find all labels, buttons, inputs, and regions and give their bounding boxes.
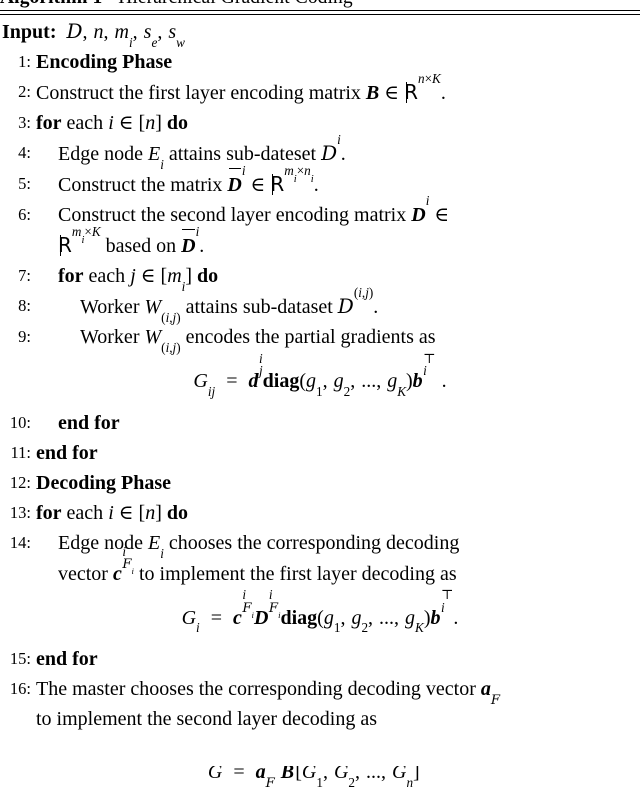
step-text: Edge node Ei attains sub-dateset Di. [58,132,346,172]
kw-end-for: end for [36,648,98,671]
equation-step-9: Gij = d i j diag(g1, g2,..., gK)b ⊤ i. [193,350,447,399]
step-number: 9: [18,327,31,346]
step-number: 10: [9,412,31,432]
algorithm-step: 3: for each i ∈ [n] do [0,108,640,138]
step-text: Worker W(i,j) attains sub-dataset D(i,j)… [80,285,379,325]
kw-do: do [197,265,219,287]
step-number: 12: [9,472,31,492]
input-label: Input: [2,21,57,43]
algorithm-step: 13: for each i ∈ [n] do [0,498,640,528]
step-number: 15: [9,649,31,669]
kw-each: each [88,265,126,287]
step-number: 13: [9,502,31,522]
kw-each: each [66,501,104,524]
step-number: 8: [18,296,31,315]
step-text: for each j ∈ [mi] do [58,265,219,294]
equation-step-16-clipped: G = aFB [G1,G2,...,Gn]⊤ [207,766,420,787]
algorithm-step: 12: Decoding Phase [0,468,640,498]
step-text: Construct the first layer encoding matri… [36,71,446,104]
kw-do: do [166,112,189,134]
algorithm-body: Input: D, n, mi, se, sw 1: Encoding Phase 2: … [0,18,640,734]
algorithm-step: 1: Encoding Phase [0,47,640,77]
step-number: 7: [18,266,31,285]
algorithm-step: 16: The master chooses the corresponding… [0,674,640,734]
title-rule-lower [0,14,640,15]
algorithm-step: 6: Construct the second layer encoding m… [0,194,640,261]
step-text: Encoding Phase [36,47,640,77]
encoding-phase-label: Encoding Phase [36,51,173,73]
algorithm-step: 5: Construct the matrix Di ∈ Rmi×ni. [0,164,640,200]
step-text: Decoding Phase [36,468,640,498]
step-number: 4: [18,143,31,162]
step-number: 1: [18,52,31,71]
step-number: 16: [9,679,31,699]
algorithm-title: Algorithm 1 Hierarchical Gradient Coding [0,0,640,9]
step-text: end for [36,408,640,438]
step-text: end for [36,438,640,468]
kw-for: for [36,112,62,134]
title-rule-upper [0,10,640,11]
algorithm-step: 14: Edge node Ei chooses the correspondi… [0,528,640,589]
algorithm-step: 10: end for [0,408,640,438]
step-text: Construct the second layer encoding matr… [36,194,640,261]
step-number: 14: [9,532,31,552]
step-number: 3: [18,113,31,132]
step-text: The master chooses the corresponding dec… [36,678,501,731]
step-number: 5: [18,174,31,193]
kw-end-for: end for [36,441,98,464]
step-text: for each i ∈ [n] do [36,501,189,524]
algorithm-step: 2: Construct the first layer encoding ma… [0,71,640,108]
algorithm-step: 11: end for [0,438,640,468]
algorithm-figure: Algorithm 1 Hierarchical Gradient Coding… [0,0,640,787]
step-text: Edge node Ei chooses the corresponding d… [58,531,460,585]
algorithm-step: 8: Worker W(i,j) attains sub-dataset D(i… [0,285,640,325]
step-number: 11: [10,442,31,462]
algorithm-input-line: Input: D, n, mi, se, sw [0,18,640,50]
input-parameters: D, n, mi, se, sw [66,19,185,50]
step-text: end for [36,644,640,674]
equation-step-14: Gi = c i Fi Di Fi diag(g1, g2,..., gK)b ⊤ i. [181,587,459,636]
algorithm-step: 4: Edge node Ei attains sub-dateset Di. [0,132,640,172]
kw-each: each [66,112,104,134]
algorithm-step: 9: Worker W(i,j) encodes the partial gra… [0,322,640,355]
algorithm-step: 15: end for [0,644,640,674]
step-number: 2: [18,82,31,101]
step-text: Worker W(i,j) encodes the partial gradie… [80,326,436,355]
kw-do: do [166,501,189,524]
algorithm-step: 7: for each j ∈ [mi] do [0,261,640,294]
step-text: Construct the matrix Di ∈ Rmi×ni. [36,164,640,200]
kw-for: for [36,501,62,524]
kw-end-for: end for [58,411,120,434]
kw-for: for [58,265,84,287]
algorithm-title-name: Hierarchical Gradient Coding [118,0,353,8]
decoding-phase-label: Decoding Phase [36,471,171,494]
step-number: 6: [18,205,31,224]
algorithm-title-keyword: Algorithm 1 [0,0,102,8]
